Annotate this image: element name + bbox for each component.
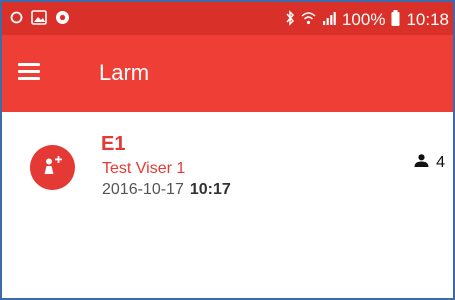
alarm-time: 10:17 — [189, 181, 231, 198]
gallery-icon — [31, 10, 47, 30]
page-title: Larm — [99, 60, 150, 85]
status-bar: 100% 10:18 — [2, 2, 453, 35]
bluetooth-icon — [285, 10, 295, 30]
battery-icon — [391, 10, 400, 30]
alarm-list-item[interactable]: E1 Test Viser 1 2016-10-17 10:17 4 — [2, 112, 453, 222]
wifi-icon — [301, 11, 316, 30]
chrome-icon — [55, 10, 70, 30]
app-bar: Larm — [2, 35, 453, 112]
alarm-title: E1 — [101, 133, 126, 155]
app-window: 100% 10:18 Larm E1 Test Viser 1 2016-10-… — [0, 0, 455, 300]
menu-icon[interactable] — [18, 63, 40, 81]
alarm-timestamp: 2016-10-17 10:17 — [102, 181, 231, 199]
person-add-icon — [30, 145, 75, 190]
status-right: 100% 10:18 — [285, 10, 449, 30]
battery-percent: 100% — [341, 10, 386, 29]
signal-icon — [322, 11, 336, 30]
clock: 10:18 — [406, 10, 449, 29]
status-left — [10, 10, 70, 30]
alarm-subtitle: Test Viser 1 — [102, 160, 186, 177]
person-icon — [414, 154, 429, 172]
ring-icon — [10, 11, 23, 29]
alarm-date: 2016-10-17 — [102, 181, 184, 198]
user-count-value: 4 — [436, 154, 445, 171]
user-count[interactable]: 4 — [414, 154, 445, 172]
